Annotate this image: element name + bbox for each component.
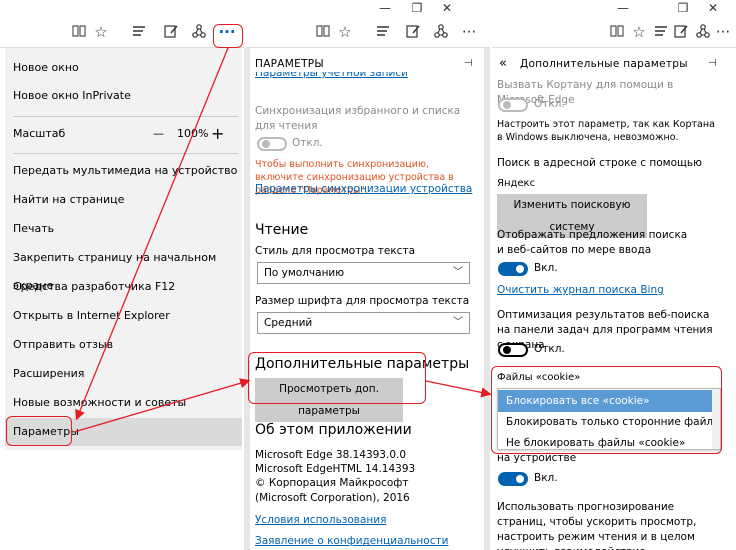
arrow-advanced-to-cookies [425, 380, 492, 398]
annotation-arrows [73, 47, 492, 433]
arrow-settings-to-advanced [73, 378, 251, 433]
arrow-more-to-settings [75, 47, 229, 421]
